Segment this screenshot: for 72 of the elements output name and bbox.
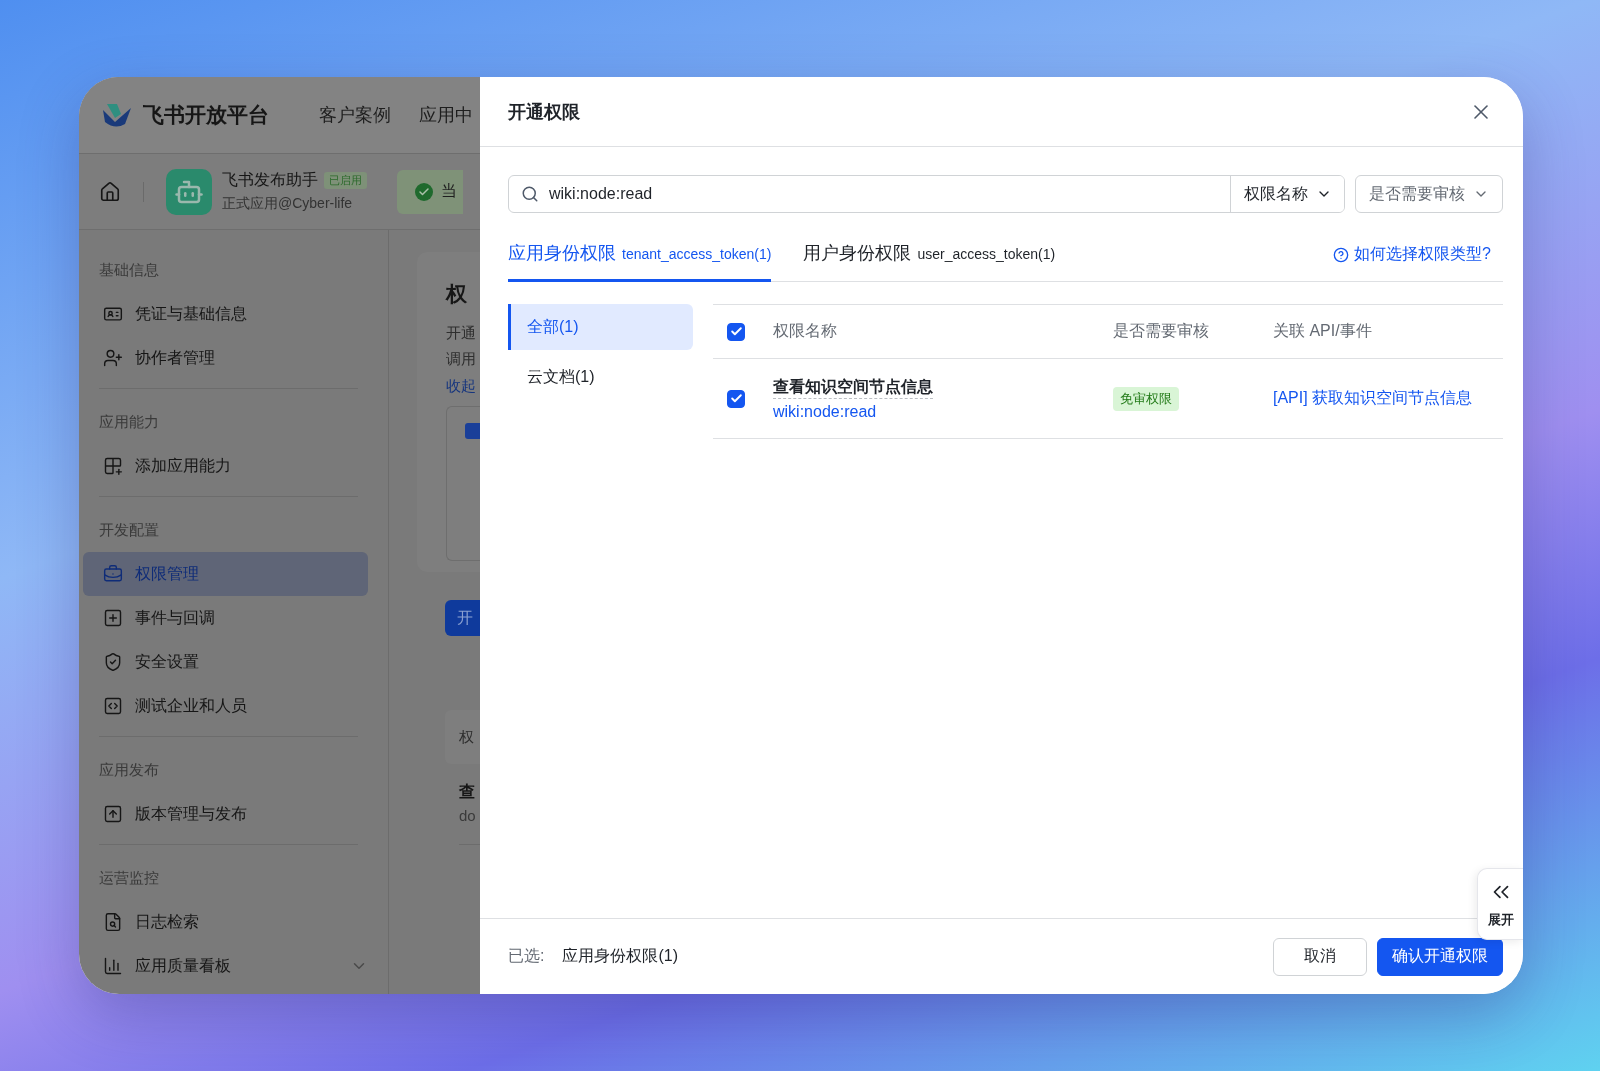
- bar-chart-icon: [103, 956, 123, 976]
- section-title: 基础信息: [99, 260, 159, 280]
- expand-button[interactable]: 展开: [1477, 868, 1523, 940]
- help-link[interactable]: 如何选择权限类型?: [1333, 244, 1491, 265]
- tab[interactable]: 应用身份权限 tenant_access_token(1): [508, 241, 772, 282]
- help-icon: [1333, 246, 1350, 263]
- grid-plus-icon: [103, 456, 123, 476]
- select-all-checkbox[interactable]: [727, 322, 745, 341]
- cancel-button[interactable]: 取消: [1273, 937, 1367, 976]
- user-plus-icon: [103, 348, 123, 368]
- shield-check-icon: [103, 652, 123, 672]
- permission-scope: do: [459, 807, 477, 824]
- section-title: 应用发布: [99, 760, 159, 780]
- enable-button[interactable]: 开: [445, 600, 480, 636]
- sidebar-item[interactable]: 凭证与基础信息: [83, 292, 368, 336]
- column-header: 权限名称: [773, 321, 838, 341]
- category-item[interactable]: 全部(1): [508, 304, 693, 350]
- search-icon: [521, 185, 539, 203]
- selected-label: 已选:: [508, 946, 545, 966]
- sidebar-item[interactable]: 安全设置: [83, 640, 368, 684]
- description-text: 开通: [446, 323, 477, 343]
- sidebar-item[interactable]: 版本管理与发布: [83, 792, 368, 836]
- status-tag: [465, 423, 480, 439]
- logo-icon: [101, 102, 133, 128]
- column-header: 是否需要审核: [1113, 321, 1210, 341]
- table-header: 权: [445, 710, 480, 764]
- dialog-title: 开通权限: [508, 100, 580, 124]
- brand-name: 飞书开放平台: [143, 102, 269, 128]
- row-checkbox[interactable]: [727, 389, 745, 408]
- sidebar-item[interactable]: 应用质量看板: [83, 944, 368, 988]
- card-title: 权: [446, 281, 468, 307]
- sidebar-item[interactable]: 日志检索: [83, 900, 368, 944]
- status-badge: 已启用: [324, 172, 367, 189]
- nav-link[interactable]: 客户案例: [319, 103, 391, 127]
- sidebar-item[interactable]: 协作者管理: [83, 336, 368, 380]
- plus-square-icon: [103, 608, 123, 628]
- app-name: 飞书发布助手: [222, 170, 318, 190]
- section-title: 应用能力: [99, 412, 159, 432]
- check-icon: [415, 182, 433, 201]
- check-icon: [729, 392, 743, 405]
- nav-link[interactable]: 应用中: [419, 103, 473, 127]
- column-header: 关联 API/事件: [1273, 321, 1373, 341]
- filter-dropdown[interactable]: 是否需要审核: [1355, 175, 1503, 213]
- sidebar-item[interactable]: 权限管理: [83, 552, 368, 596]
- permission-name: 查: [459, 782, 476, 802]
- sidebar-item[interactable]: 添加应用能力: [83, 444, 368, 488]
- code-square-icon: [103, 696, 123, 716]
- tab[interactable]: 用户身份权限 user_access_token(1): [803, 241, 1056, 282]
- review-tag: 免审权限: [1113, 386, 1179, 411]
- check-icon: [729, 325, 743, 338]
- category-item[interactable]: 云文档(1): [508, 354, 693, 400]
- description-text: 调用: [446, 349, 477, 369]
- scope-link[interactable]: wiki:node:read: [773, 402, 877, 421]
- robot-app-icon: [166, 168, 212, 215]
- status-text: 当: [441, 181, 457, 201]
- home-icon[interactable]: [99, 180, 121, 203]
- collapse-link[interactable]: 收起: [446, 372, 480, 400]
- selected-value: 应用身份权限(1): [562, 946, 679, 966]
- app-subtitle: 正式应用@Cyber-life: [222, 195, 354, 213]
- permission-name: 查看知识空间节点信息: [773, 376, 933, 399]
- section-title: 开发配置: [99, 520, 159, 540]
- confirm-button[interactable]: 确认开通权限: [1377, 937, 1503, 976]
- api-link[interactable]: [API] 获取知识空间节点信息: [1273, 388, 1503, 409]
- sidebar-item[interactable]: 测试企业和人员: [83, 684, 368, 728]
- section-title: 运营监控: [99, 868, 159, 888]
- upload-square-icon: [103, 804, 123, 824]
- file-search-icon: [103, 912, 123, 932]
- sidebar-item[interactable]: 事件与回调: [83, 596, 368, 640]
- id-card-icon: [103, 304, 123, 324]
- search-field[interactable]: wiki:node:read 权限名称: [508, 175, 1345, 213]
- filter-dropdown[interactable]: 权限名称: [1230, 176, 1344, 212]
- briefcase-icon: [103, 564, 123, 584]
